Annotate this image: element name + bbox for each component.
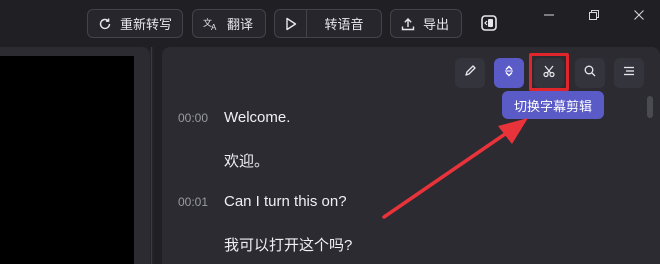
annotation-arrow	[382, 118, 528, 219]
